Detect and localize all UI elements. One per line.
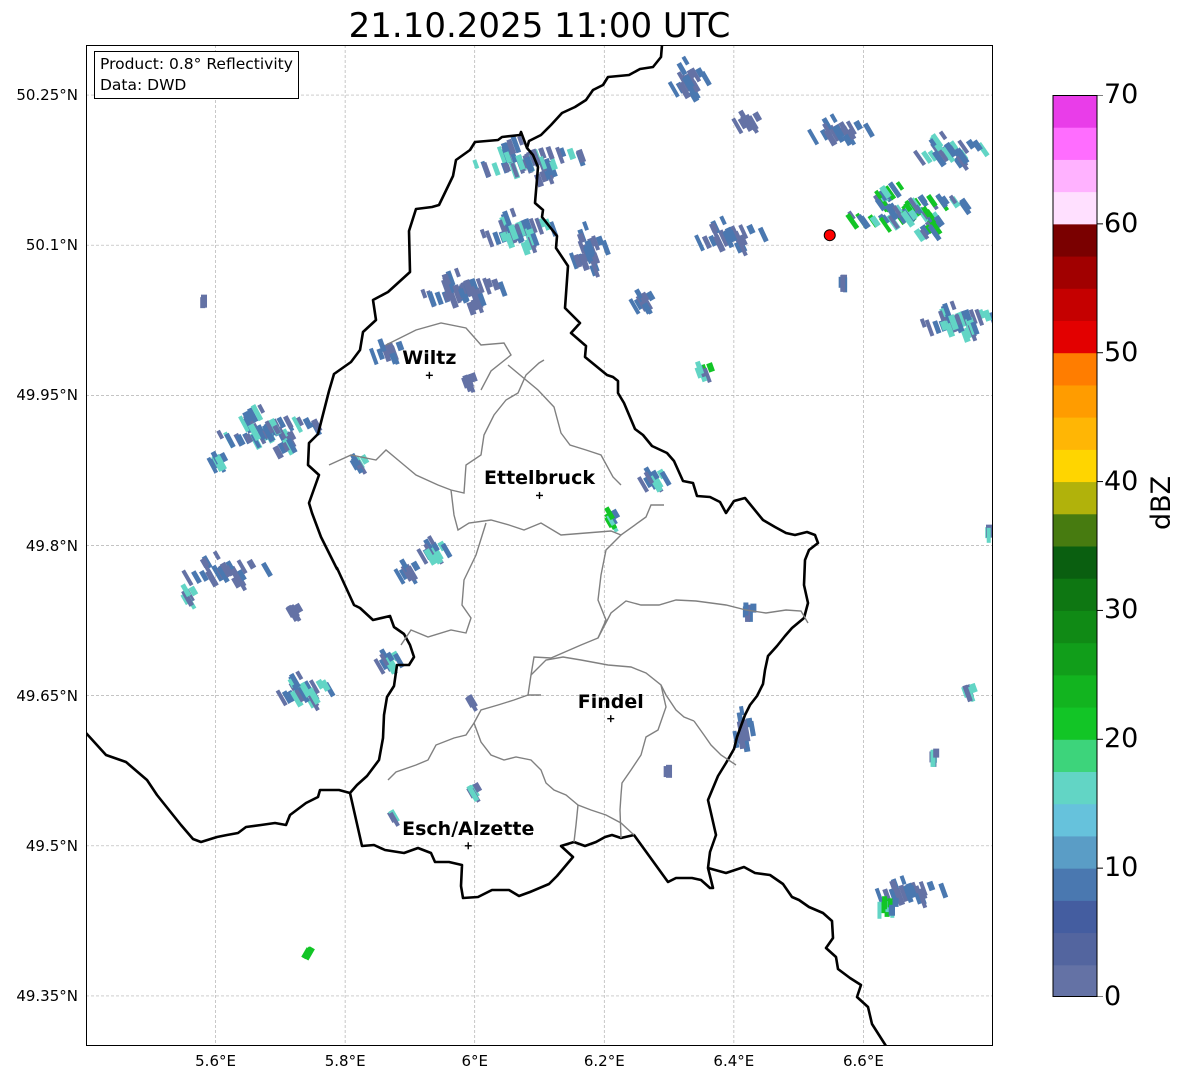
lat-tick-label: 49.35°N [16, 986, 78, 1005]
colorbar-segment [1052, 900, 1098, 934]
colorbar-segment [1052, 320, 1098, 354]
echo-cell [877, 901, 882, 919]
colorbar-segment [1052, 417, 1098, 450]
colorbar-tick-label: 0 [1104, 981, 1122, 1012]
lon-tick-label: 6.4°E [713, 1052, 755, 1070]
colorbar-segment [1052, 642, 1098, 676]
colorbar-segment [1052, 256, 1098, 289]
echo-cell [933, 748, 940, 758]
lon-tick-label: 6.6°E [843, 1052, 884, 1070]
colorbar-tick-label: 20 [1104, 723, 1139, 755]
colorbar-segment [1052, 449, 1098, 483]
echo-cell [840, 274, 846, 292]
colorbar-tick-label: 50 [1104, 336, 1139, 368]
colorbar-segment [1052, 674, 1098, 708]
echo-cell [666, 764, 673, 778]
lat-tick-label: 49.65°N [16, 686, 78, 705]
lat-tick-label: 49.5°N [25, 836, 78, 855]
colorbar-segment [1052, 513, 1098, 547]
lon-tick-label: 6.2°E [583, 1052, 625, 1070]
colorbar-segment [1052, 964, 1098, 997]
colorbar-segment [1052, 223, 1098, 257]
colorbar-segment [1052, 739, 1098, 772]
radar-site-marker[interactable] [823, 229, 836, 242]
colorbar-segment [1052, 803, 1098, 837]
colorbar-segment [1052, 288, 1098, 321]
colorbar-segment [1052, 932, 1098, 966]
colorbar-segment [1052, 352, 1098, 386]
city-label: Findel [577, 690, 644, 713]
lat-tick-label: 49.95°N [16, 386, 78, 405]
lon-tick-label: 5.6°E [195, 1052, 236, 1070]
colorbar-segment [1052, 610, 1098, 644]
colorbar-tick-label: 70 [1104, 79, 1139, 110]
colorbar-segment [1052, 191, 1098, 225]
colorbar-segment [1052, 546, 1098, 579]
echo-cell [986, 527, 991, 543]
colorbar-tick-label: 40 [1104, 465, 1139, 497]
city-label: Esch/Alzette [402, 817, 535, 840]
colorbar-segment [1052, 481, 1098, 515]
product-label: Product: 0.8° Reflectivity [100, 55, 293, 73]
lat-tick-label: 50.1°N [25, 236, 78, 255]
city-label: Ettelbruck [484, 467, 595, 490]
colorbar-segment [1052, 159, 1098, 193]
colorbar-tick-label: 60 [1104, 207, 1139, 239]
colorbar-segment [1052, 578, 1098, 611]
echo-cell [201, 294, 208, 308]
colorbar-tick-label: 10 [1104, 852, 1139, 884]
colorbar-segment [1052, 384, 1098, 418]
lat-tick-label: 50.25°N [16, 86, 78, 105]
data-source-label: Data: DWD [100, 76, 187, 94]
colorbar-label: dBZ [1146, 475, 1177, 530]
info-box: Product: 0.8° Reflectivity Data: DWD [94, 51, 299, 99]
lon-tick-label: 6°E [461, 1052, 488, 1070]
map-title: 21.10.2025 11:00 UTC [348, 6, 731, 46]
lat-tick-label: 49.8°N [25, 536, 78, 555]
colorbar-segment [1052, 127, 1098, 160]
colorbar [1052, 95, 1103, 997]
radar-map[interactable] [86, 45, 993, 1046]
echo-cell [882, 896, 888, 910]
colorbar-segment [1052, 868, 1098, 901]
colorbar-segment [1052, 835, 1098, 869]
echo-cell [888, 904, 895, 916]
lon-tick-label: 5.8°E [324, 1052, 366, 1070]
colorbar-segment [1052, 707, 1098, 740]
city-label: Wiltz [402, 347, 457, 370]
colorbar-segment [1052, 95, 1098, 128]
colorbar-segment [1052, 771, 1098, 805]
colorbar-tick-label: 30 [1104, 594, 1139, 626]
